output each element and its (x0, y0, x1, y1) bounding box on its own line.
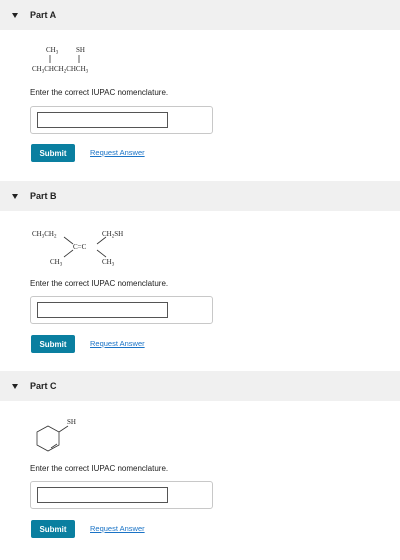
part-a-request-answer-link[interactable]: Request Answer (90, 148, 145, 157)
collapse-triangle-icon[interactable] (12, 383, 18, 389)
part-c-answer-box (30, 481, 213, 509)
part-b-structure: CH3CH2 CH2SH C=C CH3 CH3 (32, 230, 123, 268)
part-a-title: Part A (30, 10, 57, 20)
part-c-header[interactable]: Part C (0, 371, 400, 401)
part-b-answer-input[interactable] (37, 302, 168, 318)
part-b-instruction: Enter the correct IUPAC nomenclature. (30, 279, 169, 288)
double-bond-carbons: C=C (73, 243, 87, 251)
part-b-answer-box (30, 296, 213, 324)
part-c-instruction: Enter the correct IUPAC nomenclature. (30, 464, 169, 473)
upper-left-group: CH3CH2 (32, 230, 57, 240)
part-c-structure: SH (36, 418, 76, 452)
part-b-request-answer-link[interactable]: Request Answer (90, 339, 145, 348)
part-a-answer-box (30, 106, 213, 134)
substituent-ch3: CH3 (46, 46, 59, 56)
cyclohexene-ring (36, 425, 60, 452)
part-a-instruction: Enter the correct IUPAC nomenclature. (30, 88, 169, 97)
part-a-submit-button[interactable]: Submit (31, 144, 75, 162)
part-c-answer-input[interactable] (37, 487, 168, 503)
collapse-triangle-icon[interactable] (12, 193, 18, 199)
part-a-answer-input[interactable] (37, 112, 168, 128)
lower-left-group: CH3 (50, 258, 63, 268)
part-b-header[interactable]: Part B (0, 181, 400, 211)
part-b-submit-button[interactable]: Submit (31, 335, 75, 353)
substituent-sh: SH (67, 418, 76, 426)
part-a-header[interactable]: Part A (0, 0, 400, 30)
part-a-structure: CH3 SH CH3CHCH2CHCH3 (32, 46, 89, 75)
part-c-title: Part C (30, 381, 57, 391)
substituent-sh: SH (76, 46, 85, 54)
lower-right-group: CH3 (102, 258, 115, 268)
part-c-request-answer-link[interactable]: Request Answer (90, 524, 145, 533)
main-chain: CH3CHCH2CHCH3 (32, 65, 89, 75)
collapse-triangle-icon[interactable] (12, 12, 18, 18)
part-c-submit-button[interactable]: Submit (31, 520, 75, 538)
part-b-title: Part B (30, 191, 57, 201)
